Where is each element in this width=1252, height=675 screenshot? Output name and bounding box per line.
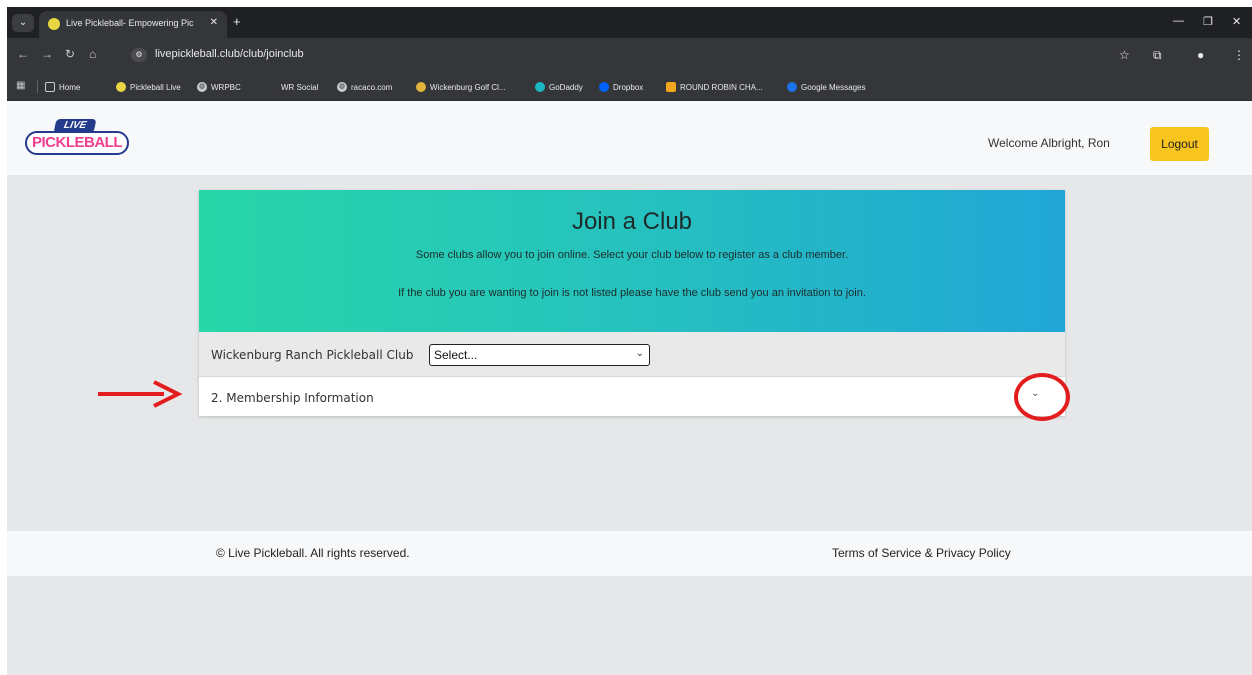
roundrobin-favicon-icon [666,82,676,92]
restore-icon[interactable]: ❐ [1203,15,1213,28]
bookmark-label: GoDaddy [549,82,583,92]
folder-icon [45,82,55,92]
join-club-card: Join a Club Some clubs allow you to join… [199,190,1065,416]
dropbox-favicon-icon [599,82,609,92]
extensions-icon[interactable]: ⧉ [1153,48,1162,63]
bookmark-home[interactable]: Home [45,79,80,95]
messages-favicon-icon [787,82,797,92]
reload-icon[interactable]: ↻ [65,47,75,61]
bookmark-label: WRPBC [211,82,241,92]
site-footer: © Live Pickleball. All rights reserved. … [7,531,1252,576]
membership-information-accordion[interactable]: 2. Membership Information ⌄ [199,378,1065,416]
tab-close-icon[interactable]: ✕ [210,17,218,28]
bookmark-label: Wickenburg Golf Cl... [430,82,506,92]
logo-live-badge: LIVE [53,119,97,133]
globe-icon: ◍ [337,82,347,92]
club-name-label: Wickenburg Ranch Pickleball Club [211,348,414,362]
club-membership-select[interactable]: Select... ⌄ [429,344,650,366]
close-window-icon[interactable]: ✕ [1232,15,1241,28]
join-club-hero: Join a Club Some clubs allow you to join… [199,190,1065,332]
bookmark-google-messages[interactable]: Google Messages [787,79,865,95]
pickleball-favicon-icon [48,18,60,30]
hero-invitation-note: If the club you are wanting to join is n… [398,287,866,299]
tab-search-icon[interactable]: ⌄ [12,14,34,32]
bookmark-label: Google Messages [801,82,866,92]
bookmark-label: Pickleball Live [130,82,181,92]
bookmarks-divider [37,80,38,93]
browser-tab-bar: ⌄ Live Pickleball- Empowering Pic ✕ + — … [7,7,1252,38]
home-icon[interactable]: ⌂ [89,47,96,61]
bookmark-pickleball-live[interactable]: Pickleball Live [116,79,181,95]
back-icon[interactable]: ← [17,47,29,61]
live-pickleball-logo[interactable]: PICKLEBALL LIVE [25,119,129,159]
bookmark-wrpbc[interactable]: ◍ WRPBC [197,79,241,95]
bookmark-label: Dropbox [613,82,644,92]
chevron-down-icon: ⌄ [635,348,644,359]
url-text: livepickleball.club/club/joinclub [155,48,304,60]
browser-tab-active[interactable]: Live Pickleball- Empowering Pic ✕ [39,11,227,38]
welcome-message: Welcome Albright, Ron [988,136,1110,150]
godaddy-favicon-icon [535,82,545,92]
select-value: Select... [434,348,478,362]
golf-favicon-icon [416,82,426,92]
bookmarks-bar: ▦ Home Pickleball Live ◍ WRPBC WR Social… [7,72,1252,101]
logout-button[interactable]: Logout [1150,127,1209,161]
bookmark-star-icon[interactable]: ☆ [1119,48,1130,62]
bookmark-label: WR Social [281,82,319,92]
bookmark-dropbox[interactable]: Dropbox [599,79,643,95]
apps-grid-icon[interactable]: ▦ [16,80,25,91]
bookmark-label: ROUND ROBIN CHA... [680,82,763,92]
omnibox[interactable]: ⚙ livepickleball.club/club/joinclub [123,43,1243,67]
blank-favicon-icon [267,82,277,92]
hero-description: Some clubs allow you to join online. Sel… [415,249,849,261]
page-title: Join a Club [571,208,693,235]
browser-address-bar: ← → ↻ ⌂ ⚙ livepickleball.club/club/joinc… [7,38,1252,72]
bookmark-label: Home [59,82,81,92]
bookmark-wickenburg-golf[interactable]: Wickenburg Golf Cl... [416,79,506,95]
bookmark-godaddy[interactable]: GoDaddy [535,79,583,95]
site-header: PICKLEBALL LIVE Welcome Albright, Ron Lo… [7,101,1252,175]
bookmark-wr-social[interactable]: WR Social [267,79,318,95]
new-tab-button[interactable]: + [233,14,241,29]
terms-privacy-link[interactable]: Terms of Service & Privacy Policy [832,546,1011,560]
logo-main-text: PICKLEBALL [25,131,129,155]
bookmark-racaco[interactable]: ◍ racaco.com [337,79,392,95]
tab-title: Live Pickleball- Empowering Pic [66,18,194,28]
menu-kebab-icon[interactable]: ⋮ [1233,48,1245,62]
pickleball-favicon-icon [116,82,126,92]
site-info-icon[interactable]: ⚙ [131,48,147,62]
bookmark-label: racaco.com [351,82,393,92]
club-selection-row: Wickenburg Ranch Pickleball Club Select.… [199,332,1065,377]
annotation-arrow-icon [98,380,182,408]
bookmark-round-robin[interactable]: ROUND ROBIN CHA... [666,79,763,95]
forward-icon[interactable]: → [41,47,53,61]
profile-avatar-icon[interactable]: ● [1197,48,1204,62]
accordion-label: 2. Membership Information [211,391,374,405]
copyright-text: © Live Pickleball. All rights reserved. [216,546,410,560]
screenshot-frame: ⌄ Live Pickleball- Empowering Pic ✕ + — … [7,7,1252,675]
minimize-icon[interactable]: — [1173,15,1184,27]
annotation-circle [1014,373,1070,421]
globe-icon: ◍ [197,82,207,92]
